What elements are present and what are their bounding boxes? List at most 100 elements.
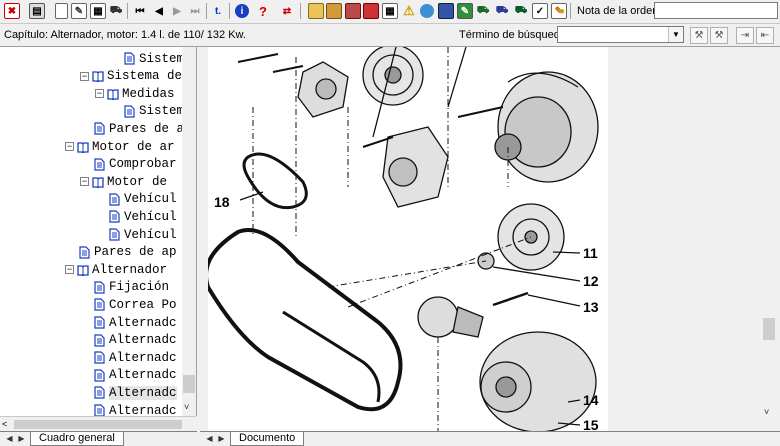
collapse-icon[interactable]: − <box>80 71 89 81</box>
save-icon[interactable] <box>437 2 455 20</box>
tree-item[interactable]: Correa Po <box>94 296 177 313</box>
tree-item[interactable]: − Medidas d <box>95 85 190 102</box>
tree-item[interactable]: Alternadc <box>94 367 177 384</box>
tree-item[interactable]: Vehícul <box>109 226 177 243</box>
tree-item[interactable]: Comprobar <box>94 156 177 173</box>
tree-item[interactable]: Pares de ap <box>79 244 177 261</box>
tree-item[interactable]: Alternadc <box>94 349 177 366</box>
callout-15: 15 <box>583 417 599 431</box>
tab-scroll-right-icon[interactable]: ▶ <box>16 433 27 444</box>
document-scroll-down-icon[interactable]: ˅ <box>764 407 769 417</box>
clipboard-icon[interactable]: ▦ <box>89 2 107 20</box>
edit-note-icon[interactable]: ✎ <box>70 2 88 20</box>
document-vertical-scrollbar[interactable]: ˅ <box>761 47 778 431</box>
scroll-down-icon[interactable]: ˅ <box>184 402 189 412</box>
info-icon[interactable]: i <box>233 2 251 20</box>
order-note-input[interactable] <box>654 2 778 19</box>
tree-item-label: Alternadc <box>109 333 177 348</box>
tree-item-label: Alternadc <box>109 350 177 365</box>
document-icon <box>94 157 105 171</box>
chapter-label: Capítulo: Alternador, motor: 1.4 l. de 1… <box>4 29 246 41</box>
collapse-icon[interactable]: − <box>95 89 104 99</box>
lightbulb-icon[interactable]: ● <box>558 2 566 20</box>
bracket-part <box>382 126 449 208</box>
tensioner-part <box>297 61 349 118</box>
collapse-icon[interactable]: − <box>80 177 89 187</box>
tree-item[interactable]: − Motor de <box>80 173 167 190</box>
collapse-icon[interactable]: − <box>65 142 74 151</box>
table-icon[interactable]: ▦ <box>381 2 399 20</box>
chevron-down-icon[interactable]: ▼ <box>668 27 683 42</box>
tree-item[interactable]: Pares de ap <box>94 120 192 137</box>
car-icon[interactable]: ⛟ <box>107 2 125 20</box>
overview-tree[interactable]: Alternadc Alternadc Alternadc Alternadc Alte… <box>0 47 197 416</box>
book-icon <box>77 141 89 153</box>
top-icon[interactable]: t. <box>209 2 227 20</box>
engine-icon[interactable] <box>344 2 362 20</box>
document-icon <box>94 333 105 347</box>
tree-hscroll-thumb[interactable] <box>14 420 182 429</box>
exit-icon[interactable]: ✖ <box>3 2 21 20</box>
pulley-part <box>362 47 424 106</box>
checklist-icon[interactable]: ✓ <box>531 2 549 20</box>
tree-item-label: Correa Po <box>109 297 177 312</box>
left-tab-bar: ◀ ▶ Cuadro general <box>0 431 197 446</box>
tree-item-label: Vehícul <box>124 192 177 207</box>
tree-item[interactable]: − Alternador <box>65 261 167 278</box>
callout-14: 14 <box>583 392 599 408</box>
tab-scroll-left-icon[interactable]: ◀ <box>4 433 15 444</box>
document-icon <box>109 210 120 223</box>
tree-horizontal-scrollbar[interactable]: < <box>0 416 196 432</box>
scroll-left-icon[interactable]: < <box>2 419 7 429</box>
calculator-icon[interactable] <box>307 2 325 20</box>
tab-document[interactable]: Documento <box>230 432 305 446</box>
tree-item-label: Alternadc <box>109 368 177 383</box>
document-icon <box>94 386 105 399</box>
manual-icon[interactable] <box>362 2 380 20</box>
callout-18: 18 <box>214 194 230 210</box>
switch-icon[interactable]: ⇄ <box>278 2 296 20</box>
vehicle-icon[interactable]: ⛟ <box>474 2 492 20</box>
last-page-icon[interactable]: ⏭ <box>186 2 204 20</box>
document-icon <box>94 298 105 311</box>
tree-item[interactable]: Fijación <box>94 279 169 296</box>
search-next-icon[interactable]: ⇥ <box>736 27 754 44</box>
tree-vertical-scrollbar[interactable]: ˅ <box>182 47 196 416</box>
globe-icon[interactable] <box>418 2 436 20</box>
previous-page-icon[interactable]: ◀ <box>150 2 168 20</box>
tree-item[interactable]: Vehícul <box>109 208 177 225</box>
collapse-icon[interactable]: − <box>65 265 74 275</box>
document-icon <box>94 122 105 135</box>
help-icon[interactable]: ? <box>254 2 272 20</box>
search-wrench-icon[interactable]: ⚒ <box>690 27 708 44</box>
document-icon <box>94 281 105 294</box>
search-previous-icon[interactable]: ⇤ <box>756 27 774 44</box>
compressor-part <box>479 331 597 431</box>
doc-tab-scroll-left-icon[interactable]: ◀ <box>204 433 215 444</box>
doc-tab-scroll-right-icon[interactable]: ▶ <box>216 433 227 444</box>
truck-icon[interactable]: ⛟ <box>512 2 530 20</box>
tree-item[interactable]: Alternadc <box>94 384 177 401</box>
tree-item-label: Motor de ar <box>92 139 175 154</box>
first-page-icon[interactable]: ⏮ <box>131 2 149 20</box>
tree-scroll-thumb[interactable] <box>183 375 195 393</box>
tools-icon[interactable]: ⛟ <box>493 2 511 20</box>
book-icon <box>92 71 104 83</box>
tree-item[interactable]: Alternadc <box>94 332 177 349</box>
tree-item[interactable]: − Sistema de <box>80 68 182 85</box>
tree-item[interactable]: Vehícul <box>109 191 177 208</box>
book-icon <box>92 177 104 188</box>
tab-overview[interactable]: Cuadro general <box>30 432 124 446</box>
tree-item[interactable]: Alternadc <box>94 402 177 416</box>
document-scroll-thumb[interactable] <box>763 318 775 340</box>
search-input[interactable]: ▼ <box>557 26 684 43</box>
search-tools-icon[interactable]: ⚒ <box>710 27 728 44</box>
print-icon[interactable]: ▤ <box>28 2 46 20</box>
next-page-icon[interactable]: ▶ <box>168 2 186 20</box>
wrench-icon[interactable]: ✎ <box>456 2 474 20</box>
tree-item[interactable]: Alternadc <box>94 314 177 331</box>
warning-icon[interactable]: ⚠ <box>400 2 418 20</box>
parts-icon[interactable] <box>325 2 343 20</box>
tree-item[interactable]: − Motor de ar <box>65 138 175 155</box>
new-document-icon[interactable] <box>52 2 70 20</box>
